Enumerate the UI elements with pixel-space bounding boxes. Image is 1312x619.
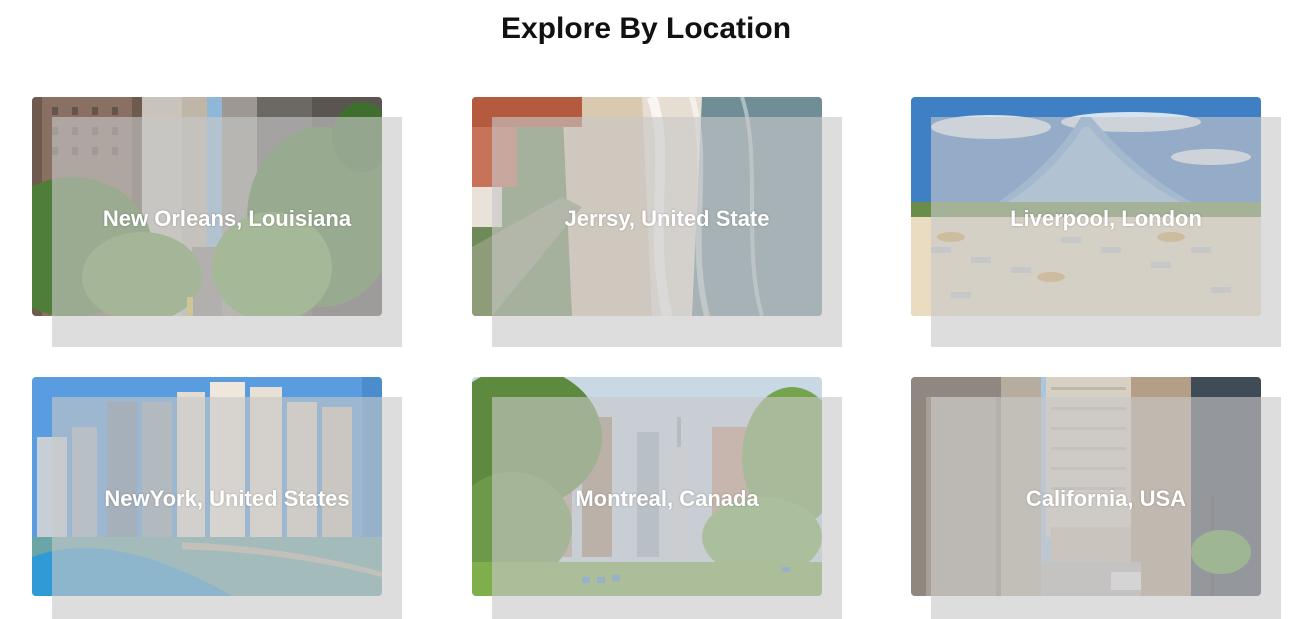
location-label: California, USA (1025, 486, 1187, 511)
card-overlay (492, 117, 842, 347)
location-label: New Orleans, Louisiana (102, 206, 352, 231)
location-card-california[interactable]: California, USA (911, 377, 1281, 619)
explore-by-location-page: Explore By Location New Orleans, Louisia… (0, 0, 1312, 619)
location-label: Montreal, Canada (575, 486, 759, 511)
section-title: Explore By Location (500, 12, 792, 45)
card-overlay (52, 117, 402, 347)
location-card-montreal[interactable]: Montreal, Canada (472, 377, 842, 619)
location-label: NewYork, United States (104, 486, 350, 511)
location-card-new-orleans[interactable]: New Orleans, Louisiana (32, 97, 402, 347)
location-label: Jerrsy, United State (564, 206, 770, 231)
card-overlay (931, 117, 1281, 347)
location-card-liverpool[interactable]: Liverpool, London (911, 97, 1281, 347)
location-card-jersey[interactable]: Jerrsy, United State (472, 97, 842, 347)
location-label: Liverpool, London (1010, 206, 1202, 231)
location-grid: New Orleans, Louisiana Jerrsy, United St… (32, 97, 1282, 619)
location-card-newyork[interactable]: NewYork, United States (32, 377, 402, 619)
